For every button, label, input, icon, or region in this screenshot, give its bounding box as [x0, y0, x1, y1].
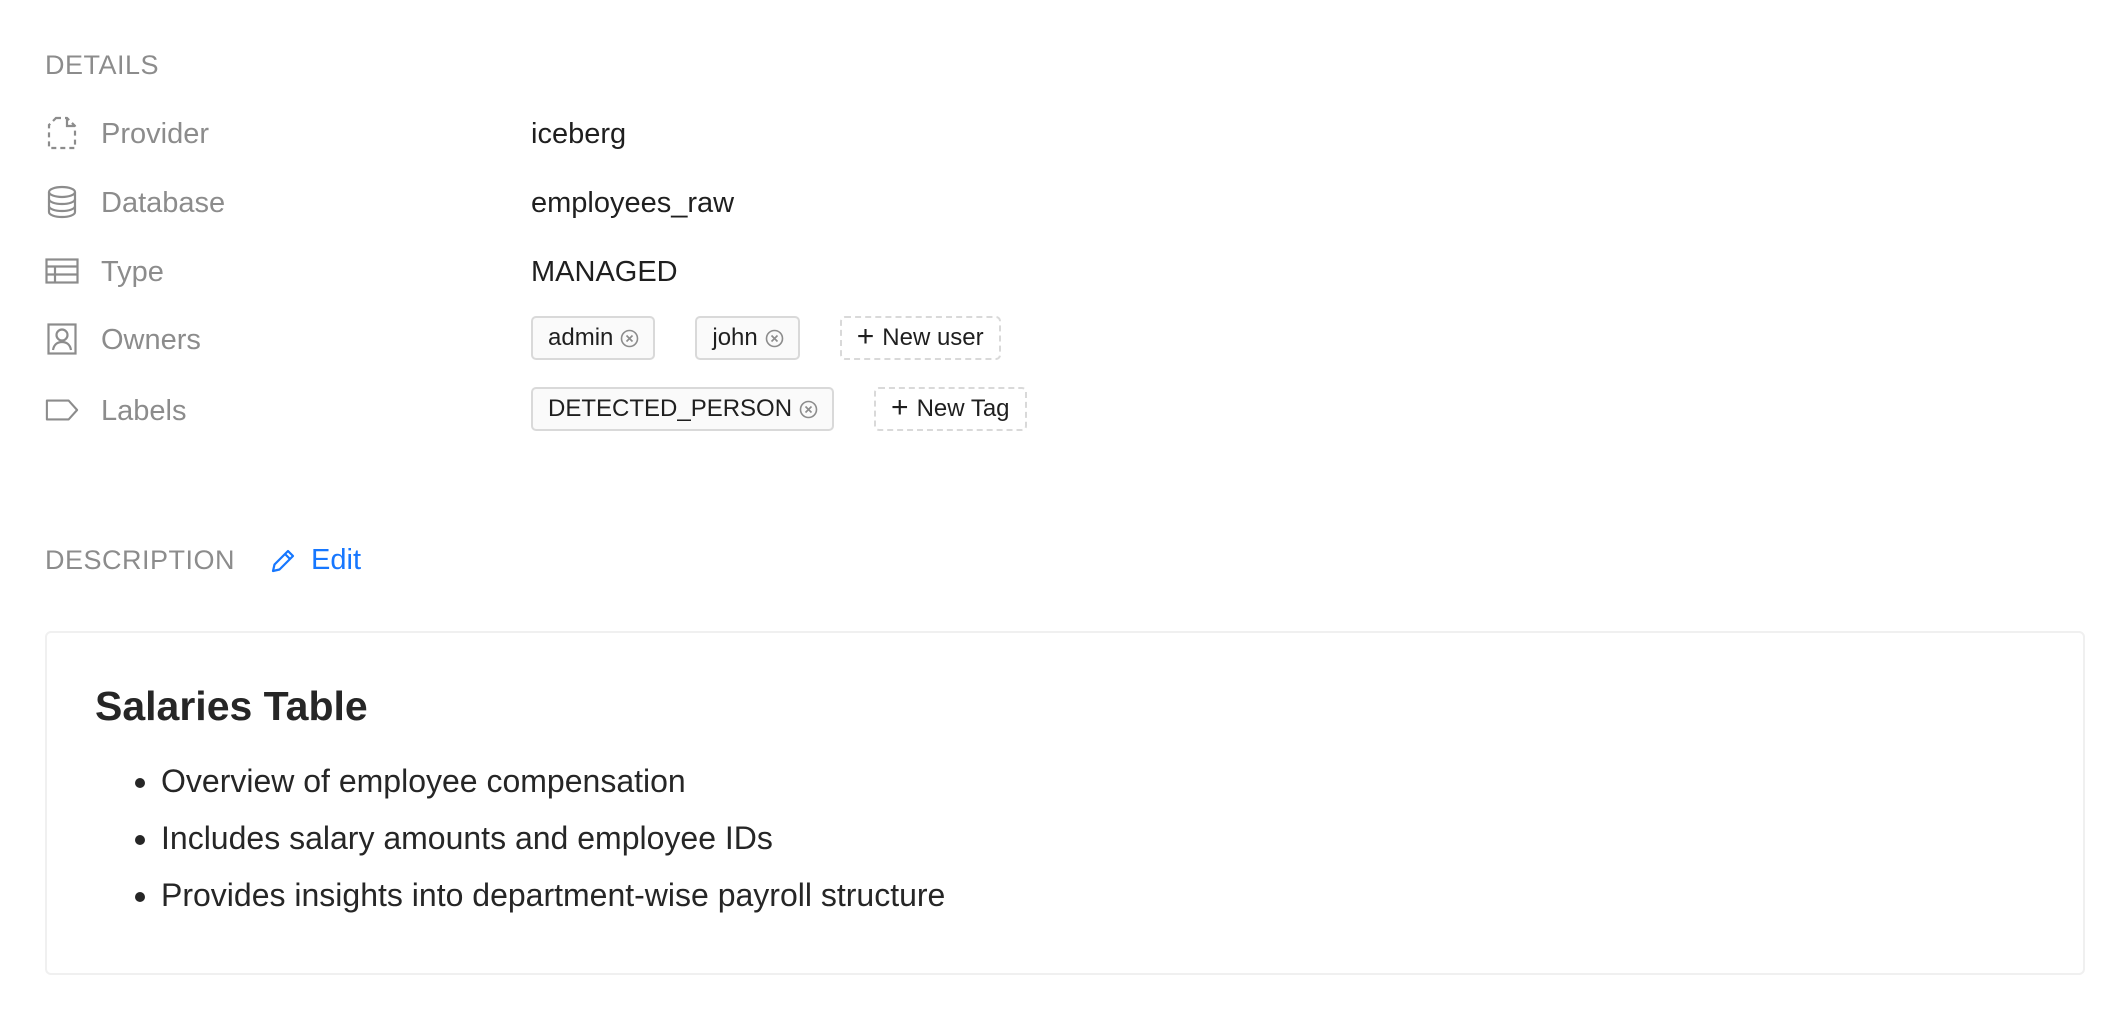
owners-row: Owners admin john + New user [45, 316, 1245, 362]
database-row: Database employees_raw [45, 179, 1245, 225]
owner-tag: john [695, 316, 800, 360]
edit-description-button[interactable]: Edit [269, 544, 361, 577]
description-heading: Salaries Table [95, 683, 368, 729]
new-tag-button[interactable]: + New Tag [874, 387, 1027, 431]
database-label: Database [101, 187, 226, 219]
owner-tag: admin [531, 316, 656, 360]
close-circle-icon[interactable] [765, 329, 784, 348]
new-user-label: New user [882, 324, 984, 351]
provider-row: Provider iceberg [45, 110, 1245, 156]
pencil-icon [271, 549, 295, 572]
list-item: Overview of employee compensation [161, 763, 945, 820]
owner-tag-label: john [712, 324, 758, 351]
edit-label: Edit [311, 544, 362, 576]
list-item: Includes salary amounts and employee IDs [161, 820, 945, 877]
provider-label: Provider [101, 118, 209, 150]
database-value: employees_raw [531, 187, 735, 219]
plus-icon: + [891, 390, 909, 424]
details-section-title: DETAILS [45, 50, 160, 80]
description-section-title: DESCRIPTION [45, 545, 236, 575]
new-user-button[interactable]: + New user [839, 316, 1001, 360]
description-header: DESCRIPTION Edit [45, 544, 361, 577]
label-tag-label: DETECTED_PERSON [548, 395, 793, 422]
close-circle-icon[interactable] [799, 400, 818, 419]
contacts-icon [45, 322, 79, 356]
type-value: MANAGED [531, 256, 678, 288]
database-icon [45, 185, 79, 219]
labels-label: Labels [101, 395, 187, 427]
tag-icon [45, 393, 79, 427]
type-label: Type [101, 256, 164, 288]
table-icon [45, 254, 79, 288]
file-dashed-icon [45, 116, 79, 150]
description-card: Salaries Table Overview of employee comp… [45, 631, 2085, 975]
provider-value: iceberg [531, 118, 627, 150]
owners-tag-list: admin john + New user [531, 316, 1001, 360]
labels-row: Labels DETECTED_PERSON + New Tag [45, 387, 1245, 433]
plus-icon: + [856, 319, 875, 353]
owner-tag-label: admin [548, 324, 614, 351]
new-tag-label: New Tag [916, 395, 1010, 422]
table-details-page: DETAILS Provider iceberg Database employ… [0, 0, 2120, 1030]
list-item: Provides insights into department-wise p… [161, 877, 945, 934]
description-bullet-list: Overview of employee compensation Includ… [95, 763, 945, 934]
owners-label: Owners [101, 324, 201, 356]
labels-tag-list: DETECTED_PERSON + New Tag [531, 387, 1027, 431]
type-row: Type MANAGED [45, 248, 1245, 294]
label-tag: DETECTED_PERSON [531, 387, 835, 431]
close-circle-icon[interactable] [620, 329, 639, 348]
